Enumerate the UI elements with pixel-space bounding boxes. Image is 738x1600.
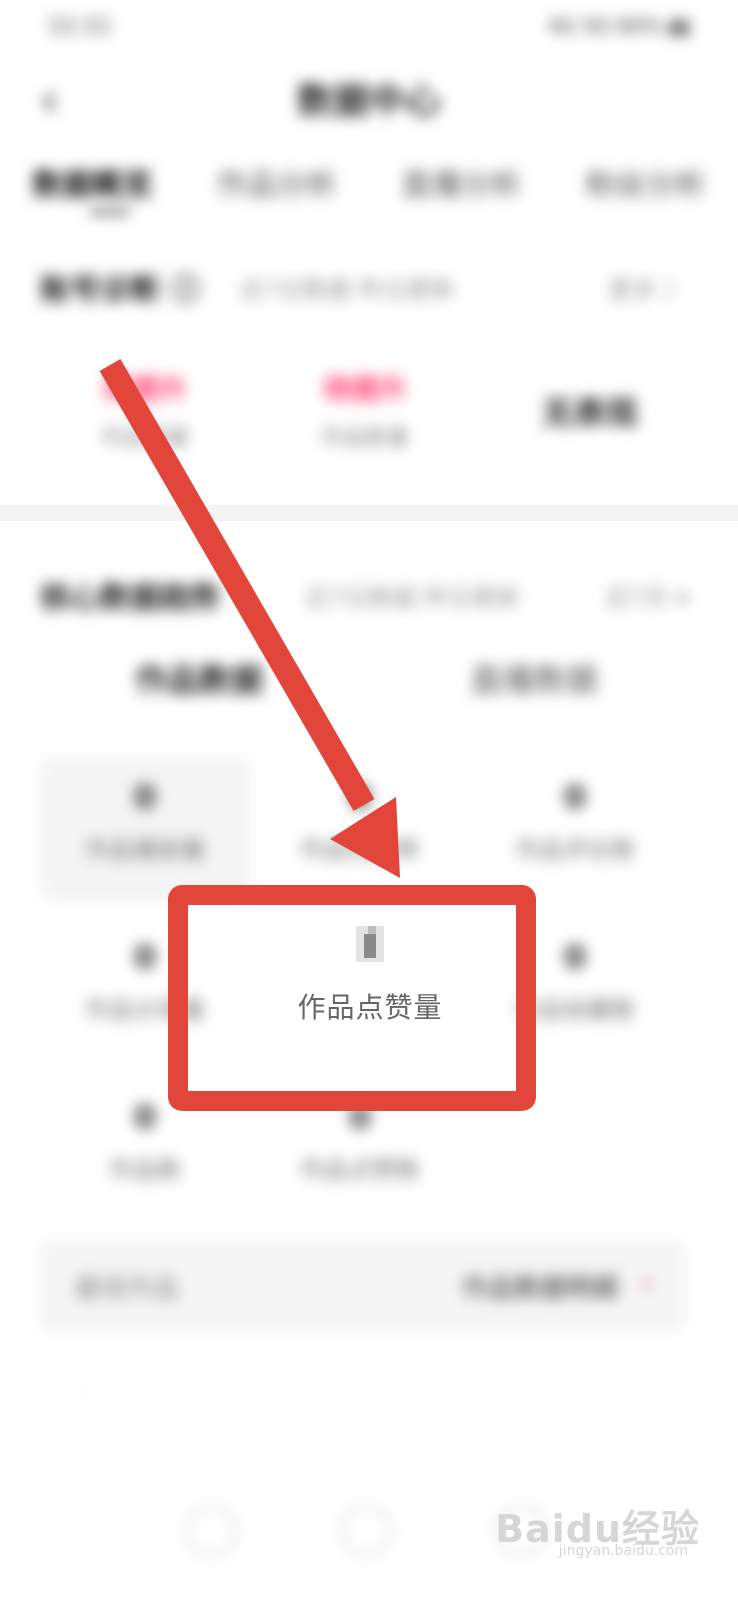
nav-center-icon[interactable] bbox=[340, 1505, 392, 1557]
best-work-label: 最佳作品 bbox=[75, 1274, 180, 1304]
work-detail-link[interactable]: 作品数据明细 bbox=[462, 1268, 618, 1305]
annotation-arrow-icon bbox=[99, 359, 400, 878]
nav-home-icon[interactable] bbox=[185, 1505, 237, 1557]
baidu-watermark-url: jingyan.baidu.com bbox=[558, 1543, 688, 1559]
chevron-right-icon: › bbox=[641, 1266, 653, 1299]
faint-mark: · bbox=[80, 1380, 89, 1410]
